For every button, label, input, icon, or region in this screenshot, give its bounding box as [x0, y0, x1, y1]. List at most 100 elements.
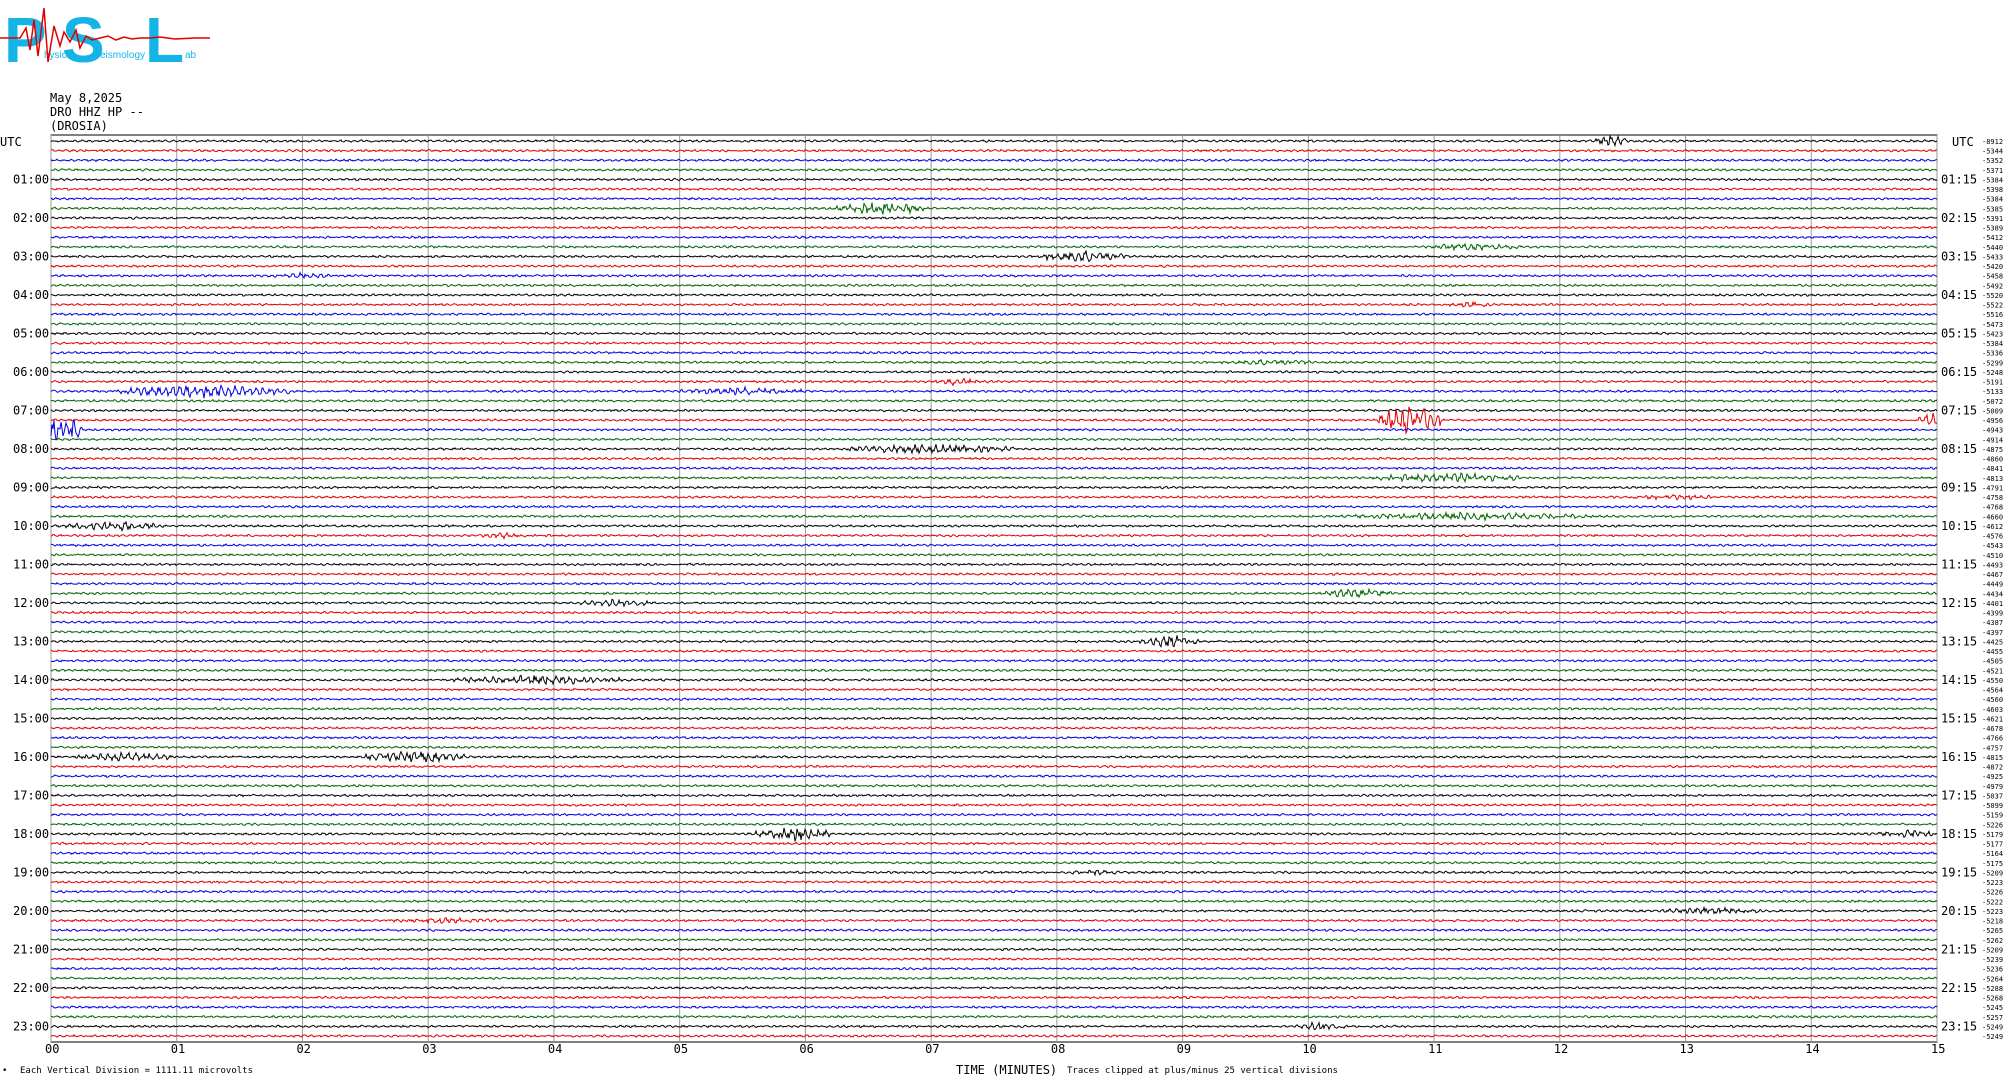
- seismic-trace: [50, 471, 1937, 484]
- trace-offset-label: -5423: [1982, 330, 2003, 338]
- hour-label-right: 11:15: [1941, 557, 1977, 571]
- trace-offset-label: -5391: [1982, 215, 2003, 223]
- seismic-trace: [50, 264, 1938, 269]
- x-tick-label: 00: [45, 1042, 59, 1056]
- trace-offset-label: -5236: [1982, 966, 2003, 974]
- hour-label-left: 16:00: [13, 750, 49, 764]
- hour-label-right: 03:15: [1941, 249, 1977, 263]
- seismic-trace: [50, 889, 1938, 894]
- x-tick-label: 11: [1428, 1042, 1442, 1056]
- hour-label-right: 06:15: [1941, 365, 1977, 379]
- x-tick-label: 13: [1680, 1042, 1694, 1056]
- seismic-trace: [50, 520, 1938, 533]
- trace-offset-label: -5520: [1982, 292, 2003, 300]
- trace-offset-label: -5037: [1982, 792, 2003, 800]
- trace-offset-label: -5385: [1982, 205, 2003, 213]
- hour-label-left: 10:00: [13, 519, 49, 533]
- trace-offset-label: -5420: [1982, 263, 2003, 271]
- trace-offset-label: -4621: [1982, 715, 2003, 723]
- hour-label-left: 22:00: [13, 981, 49, 995]
- trace-offset-label: -4979: [1982, 783, 2003, 791]
- hour-label-left: 14:00: [13, 673, 49, 687]
- vertical-division-note: Each Vertical Division = 1111.11 microvo…: [20, 1066, 253, 1076]
- seismic-trace: [50, 610, 1938, 615]
- trace-offset-label: -4387: [1982, 619, 2003, 627]
- trace-offset-label: -4766: [1982, 735, 2003, 743]
- seismic-trace: [50, 134, 1938, 148]
- trace-offset-label: -4455: [1982, 648, 2003, 656]
- trace-offset-label: -5239: [1982, 956, 2003, 964]
- hour-label-right: 20:15: [1941, 904, 1977, 918]
- trace-offset-label: -5164: [1982, 850, 2003, 858]
- trace-offset-label: -5384: [1982, 340, 2003, 348]
- trace-offset-label: -5265: [1982, 927, 2003, 935]
- seismic-trace: [50, 750, 1938, 764]
- trace-offset-label: -4860: [1982, 456, 2003, 464]
- seismic-trace: [50, 341, 1937, 346]
- clip-note: Traces clipped at plus/minus 25 vertical…: [1067, 1066, 1338, 1076]
- trace-offset-label: -4914: [1982, 436, 2003, 444]
- x-tick-label: 14: [1805, 1042, 1819, 1056]
- seismic-trace: [50, 841, 1938, 846]
- seismic-trace: [50, 321, 1938, 326]
- hour-label-left: 07:00: [13, 403, 49, 417]
- trace-offset-label: -5344: [1982, 148, 2003, 156]
- trace-offset-label: -4543: [1982, 542, 2003, 550]
- trace-offset-label: -5209: [1982, 946, 2003, 954]
- trace-offset-label: -5248: [1982, 369, 2003, 377]
- seismic-trace: [50, 995, 1938, 1000]
- helicorder-plot: -8912-5344-5352-5371-5384-5398-5384-5385…: [13, 134, 2003, 1056]
- hour-label-right: 13:15: [1941, 634, 1977, 648]
- hour-label-left: 08:00: [13, 442, 49, 456]
- trace-offset-label: -5516: [1982, 311, 2003, 319]
- seismic-trace: [50, 916, 1938, 925]
- seismic-trace: [50, 899, 1938, 904]
- seismic-trace: [50, 384, 1938, 399]
- seismic-trace: [50, 531, 1938, 541]
- seismic-trace: [50, 966, 1938, 971]
- trace-offset-label: -5226: [1982, 821, 2003, 829]
- seismic-trace: [50, 587, 1938, 599]
- trace-offset-label: -4560: [1982, 696, 2003, 704]
- trace-offset-label: -4401: [1982, 600, 2003, 608]
- seismic-trace: [50, 331, 1938, 336]
- seismic-trace: [50, 1033, 1938, 1039]
- x-tick-label: 06: [799, 1042, 813, 1056]
- hour-label-right: 16:15: [1941, 750, 1977, 764]
- trace-offset-label: -5440: [1982, 244, 2003, 252]
- trace-offset-label: -4791: [1982, 484, 2003, 492]
- hour-label-right: 18:15: [1941, 827, 1977, 841]
- hour-label-left: 13:00: [13, 634, 49, 648]
- seismic-trace: [51, 271, 1938, 280]
- seismic-trace: [50, 418, 1938, 441]
- seismic-trace: [50, 668, 1938, 673]
- trace-offset-label: -4434: [1982, 590, 2003, 598]
- trace-offset-label: -5175: [1982, 860, 2003, 868]
- seismic-trace: [50, 783, 1938, 788]
- hour-label-right: 01:15: [1941, 172, 1977, 186]
- seismic-trace: [50, 216, 1938, 221]
- trace-offset-label: -4757: [1982, 744, 2003, 752]
- seismic-trace: [50, 1020, 1938, 1031]
- seismic-trace: [50, 562, 1938, 567]
- trace-offset-label: -5264: [1982, 975, 2003, 983]
- x-tick-label: 05: [674, 1042, 688, 1056]
- hour-label-right: 05:15: [1941, 326, 1977, 340]
- x-tick-label: 12: [1554, 1042, 1568, 1056]
- hour-label-left: 19:00: [13, 865, 49, 879]
- seismic-trace: [50, 187, 1938, 192]
- seismic-trace: [50, 851, 1938, 856]
- x-tick-label: 07: [925, 1042, 939, 1056]
- seismic-trace: [50, 937, 1938, 942]
- trace-offset-label: -4875: [1982, 446, 2003, 454]
- hour-label-left: 02:00: [13, 211, 49, 225]
- seismic-trace: [50, 735, 1938, 740]
- seismic-trace: [50, 658, 1938, 663]
- trace-offset-label: -5336: [1982, 350, 2003, 358]
- seismic-trace: [51, 292, 1938, 297]
- seismic-trace: [51, 869, 1938, 877]
- trace-offset-label: -4564: [1982, 687, 2003, 695]
- hour-label-left: 05:00: [13, 326, 49, 340]
- trace-offset-label: -4813: [1982, 475, 2003, 483]
- trace-offset-label: -4956: [1982, 417, 2003, 425]
